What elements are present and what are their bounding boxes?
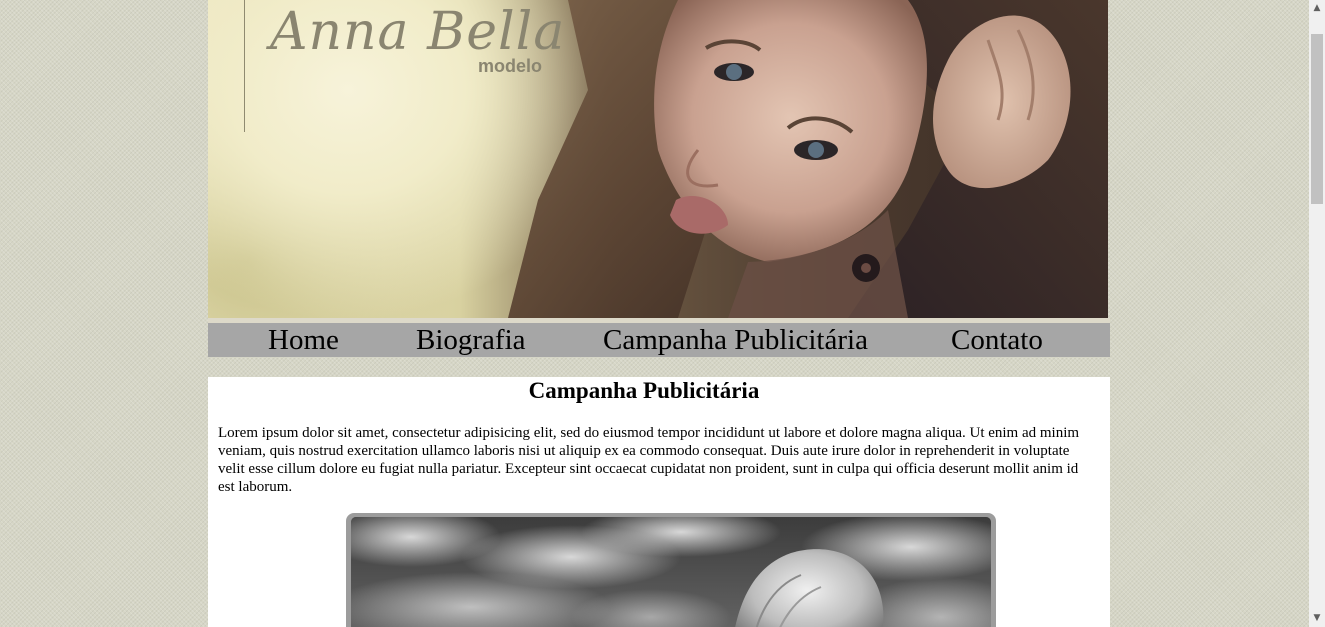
- scroll-down-arrow-icon[interactable]: ▼: [1309, 610, 1325, 627]
- header-banner: Anna Bella modelo: [208, 0, 1108, 318]
- scrollbar-thumb[interactable]: [1311, 34, 1323, 204]
- nav-item-campanha-publicitaria[interactable]: Campanha Publicitária: [603, 323, 868, 357]
- campaign-photo-frame: [346, 513, 996, 627]
- brand-subtitle: modelo: [478, 56, 543, 76]
- scroll-up-arrow-icon[interactable]: ▲: [1309, 0, 1325, 17]
- page-title: Campanha Publicitária: [528, 378, 760, 403]
- banner-divider-line: [244, 0, 245, 132]
- vertical-scrollbar[interactable]: ▲ ▼: [1309, 0, 1325, 627]
- campaign-photo: [351, 517, 991, 627]
- main-navigation: Home Biografia Campanha Publicitária Con…: [208, 323, 1110, 357]
- body-paragraph: Lorem ipsum dolor sit amet, consectetur …: [218, 425, 1080, 495]
- main-content: Campanha Publicitária Lorem ipsum dolor …: [208, 377, 1110, 627]
- nav-item-biografia[interactable]: Biografia: [416, 323, 526, 357]
- nav-item-contato[interactable]: Contato: [951, 323, 1043, 357]
- brand-name: Anna Bella: [270, 2, 566, 62]
- nav-item-home[interactable]: Home: [268, 323, 339, 357]
- campaign-photo-image: [351, 517, 991, 627]
